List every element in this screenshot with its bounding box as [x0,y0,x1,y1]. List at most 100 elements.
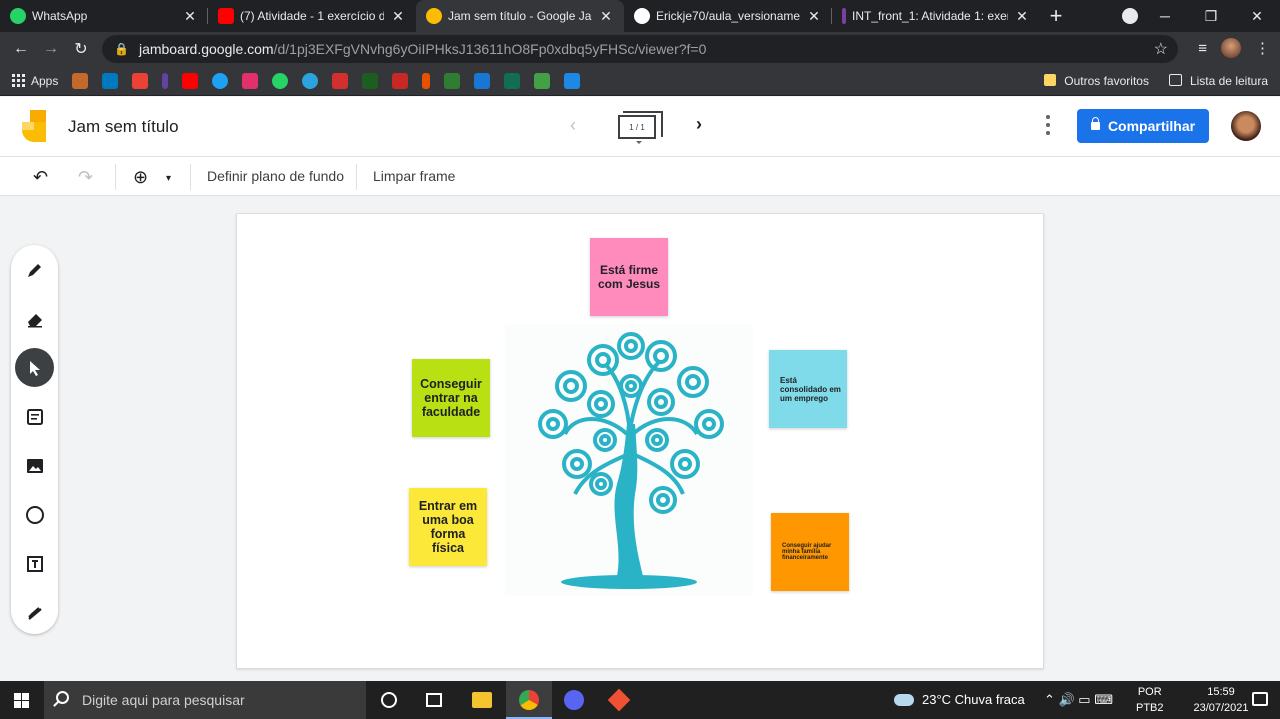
windows-start-icon[interactable] [14,693,29,708]
discord-icon[interactable] [564,690,584,710]
divider [190,164,191,190]
set-background-button[interactable]: Definir plano de fundo [207,168,344,184]
tab-title: WhatsApp [32,9,88,23]
chrome-menu-icon[interactable]: ⋮ [1255,39,1270,57]
shield-icon[interactable] [362,72,379,89]
image-tool[interactable] [15,446,54,485]
mc-icon[interactable] [332,72,349,89]
close-tab-icon[interactable]: ✕ [390,8,406,25]
laser-icon [27,606,42,620]
git-icon[interactable] [607,688,631,712]
tab-atividade[interactable]: (7) Atividade - 1 exercício de ✕ [208,0,416,32]
instagram-icon[interactable] [242,72,259,89]
reading-list[interactable]: Lista de leitura [1168,74,1268,88]
bar-icon[interactable] [422,72,431,89]
pen-tool[interactable] [15,250,54,289]
tray-icons[interactable]: ⌃ 🔊 ▭ ⌨ [1044,692,1113,708]
bookmark-star-icon[interactable]: ☆ [1154,39,1168,59]
jio-icon[interactable] [392,72,409,89]
bookmarks-bar: Apps Outros favoritos Lista de leitura [0,66,1280,96]
close-window-icon[interactable]: ✕ [1234,0,1280,32]
twitter-icon[interactable] [212,72,229,89]
previous-frame-icon[interactable]: ‹ [570,115,576,136]
print-icon[interactable] [564,72,581,89]
redo-icon[interactable]: ↷ [78,167,93,188]
course-icon [842,8,846,24]
clear-frame-button[interactable]: Limpar frame [373,168,455,184]
undo-icon[interactable]: ↶ [33,167,48,188]
close-tab-icon[interactable]: ✕ [598,8,614,25]
zoom-icon[interactable]: ⊕ [133,167,148,188]
gmail-icon[interactable] [132,72,149,89]
profile-avatar[interactable] [1221,38,1241,58]
sticky-note[interactable]: Está consolidado em um emprego [769,350,847,428]
select-tool[interactable] [15,348,54,387]
bet365-icon[interactable] [504,72,521,89]
apps-bookmark[interactable]: Apps [12,74,58,88]
minimize-icon[interactable]: ─ [1142,0,1188,32]
youtube-icon[interactable] [182,72,199,89]
green-ring-icon[interactable] [534,72,551,89]
jam-canvas[interactable]: Está firme com Jesus Conseguir entrar na… [236,213,1044,669]
more-options-icon[interactable] [1046,115,1050,135]
new-tab-button[interactable]: + [1040,0,1072,32]
close-tab-icon[interactable]: ✕ [1014,8,1030,25]
close-tab-icon[interactable]: ✕ [806,8,822,25]
taskbar-search[interactable]: Digite aqui para pesquisar [44,681,366,719]
file-explorer-icon[interactable] [472,692,492,708]
telegram-icon[interactable] [302,72,319,89]
frame-bar-toggle[interactable]: 1 / 1 [618,111,663,139]
image-icon [26,458,43,473]
lock-icon[interactable]: 🔒 [114,42,129,56]
tab-int-front[interactable]: INT_front_1: Atividade 1: exer ✕ [832,0,1040,32]
tree-image[interactable] [505,324,753,596]
zoom-dropdown-icon[interactable]: ▾ [166,173,171,184]
ge-icon[interactable] [444,72,461,89]
trello-icon[interactable] [102,72,119,89]
cortana-icon[interactable] [381,692,397,708]
address-bar[interactable]: 🔒 jamboard.google.com/d/1pj3EXFgVNvhg6yO… [102,35,1178,63]
jam-title[interactable]: Jam sem título [68,117,179,137]
sticky-note[interactable]: Está firme com Jesus [590,238,668,316]
weather-widget[interactable]: 23°C Chuva fraca [894,692,1025,707]
forward-icon[interactable]: → [36,40,66,58]
next-frame-icon[interactable]: › [696,114,702,135]
notifications-icon[interactable] [1252,692,1268,706]
tab-whatsapp[interactable]: WhatsApp ✕ [0,0,208,32]
sticky-note[interactable]: Conseguir ajudar minha família financeir… [771,513,849,591]
tab-title: Jam sem título - Google Jamb [448,9,592,23]
clock[interactable]: 15:59 23/07/2021 [1193,684,1249,716]
sticky-note[interactable]: Entrar em uma boa forma física [409,488,487,566]
text-box-tool[interactable] [15,544,54,583]
sticky-note[interactable]: Conseguir entrar na faculdade [412,359,490,437]
sticky-note-tool[interactable] [15,397,54,436]
jamboard-icon [426,8,442,24]
media-queue-icon[interactable]: ≡ [1198,40,1207,57]
tab-jamboard[interactable]: Jam sem título - Google Jamb ✕ [416,0,624,32]
tab-search-icon[interactable] [1122,8,1138,24]
x-icon[interactable] [474,72,491,89]
jamboard-logo[interactable] [22,110,46,142]
language-indicator[interactable]: POR PTB2 [1136,684,1164,716]
back-icon[interactable]: ← [6,40,36,58]
user-avatar[interactable] [1231,111,1261,141]
github-icon [634,8,650,24]
lang-top: POR [1137,686,1162,698]
whatsapp-icon[interactable] [272,72,289,89]
eraser-tool[interactable] [15,299,54,338]
tab-title: (7) Atividade - 1 exercício de [240,9,384,23]
other-favorites[interactable]: Outros favoritos [1044,74,1149,88]
bookmark-icon[interactable] [72,72,89,89]
shape-tool[interactable] [15,495,54,534]
circle-icon [25,505,44,524]
share-button[interactable]: Compartilhar [1077,109,1209,143]
close-tab-icon[interactable]: ✕ [182,8,198,25]
tab-github[interactable]: Erickje70/aula_versionamento ✕ [624,0,832,32]
reload-icon[interactable]: ↻ [66,39,96,59]
other-favorites-label: Outros favoritos [1064,74,1149,88]
task-view-icon[interactable] [426,693,442,707]
laser-tool[interactable] [15,593,54,632]
restore-icon[interactable]: ❐ [1188,0,1234,32]
window-controls: ─ ❐ ✕ [1142,0,1280,32]
purple-bookmark-icon[interactable] [162,72,169,89]
